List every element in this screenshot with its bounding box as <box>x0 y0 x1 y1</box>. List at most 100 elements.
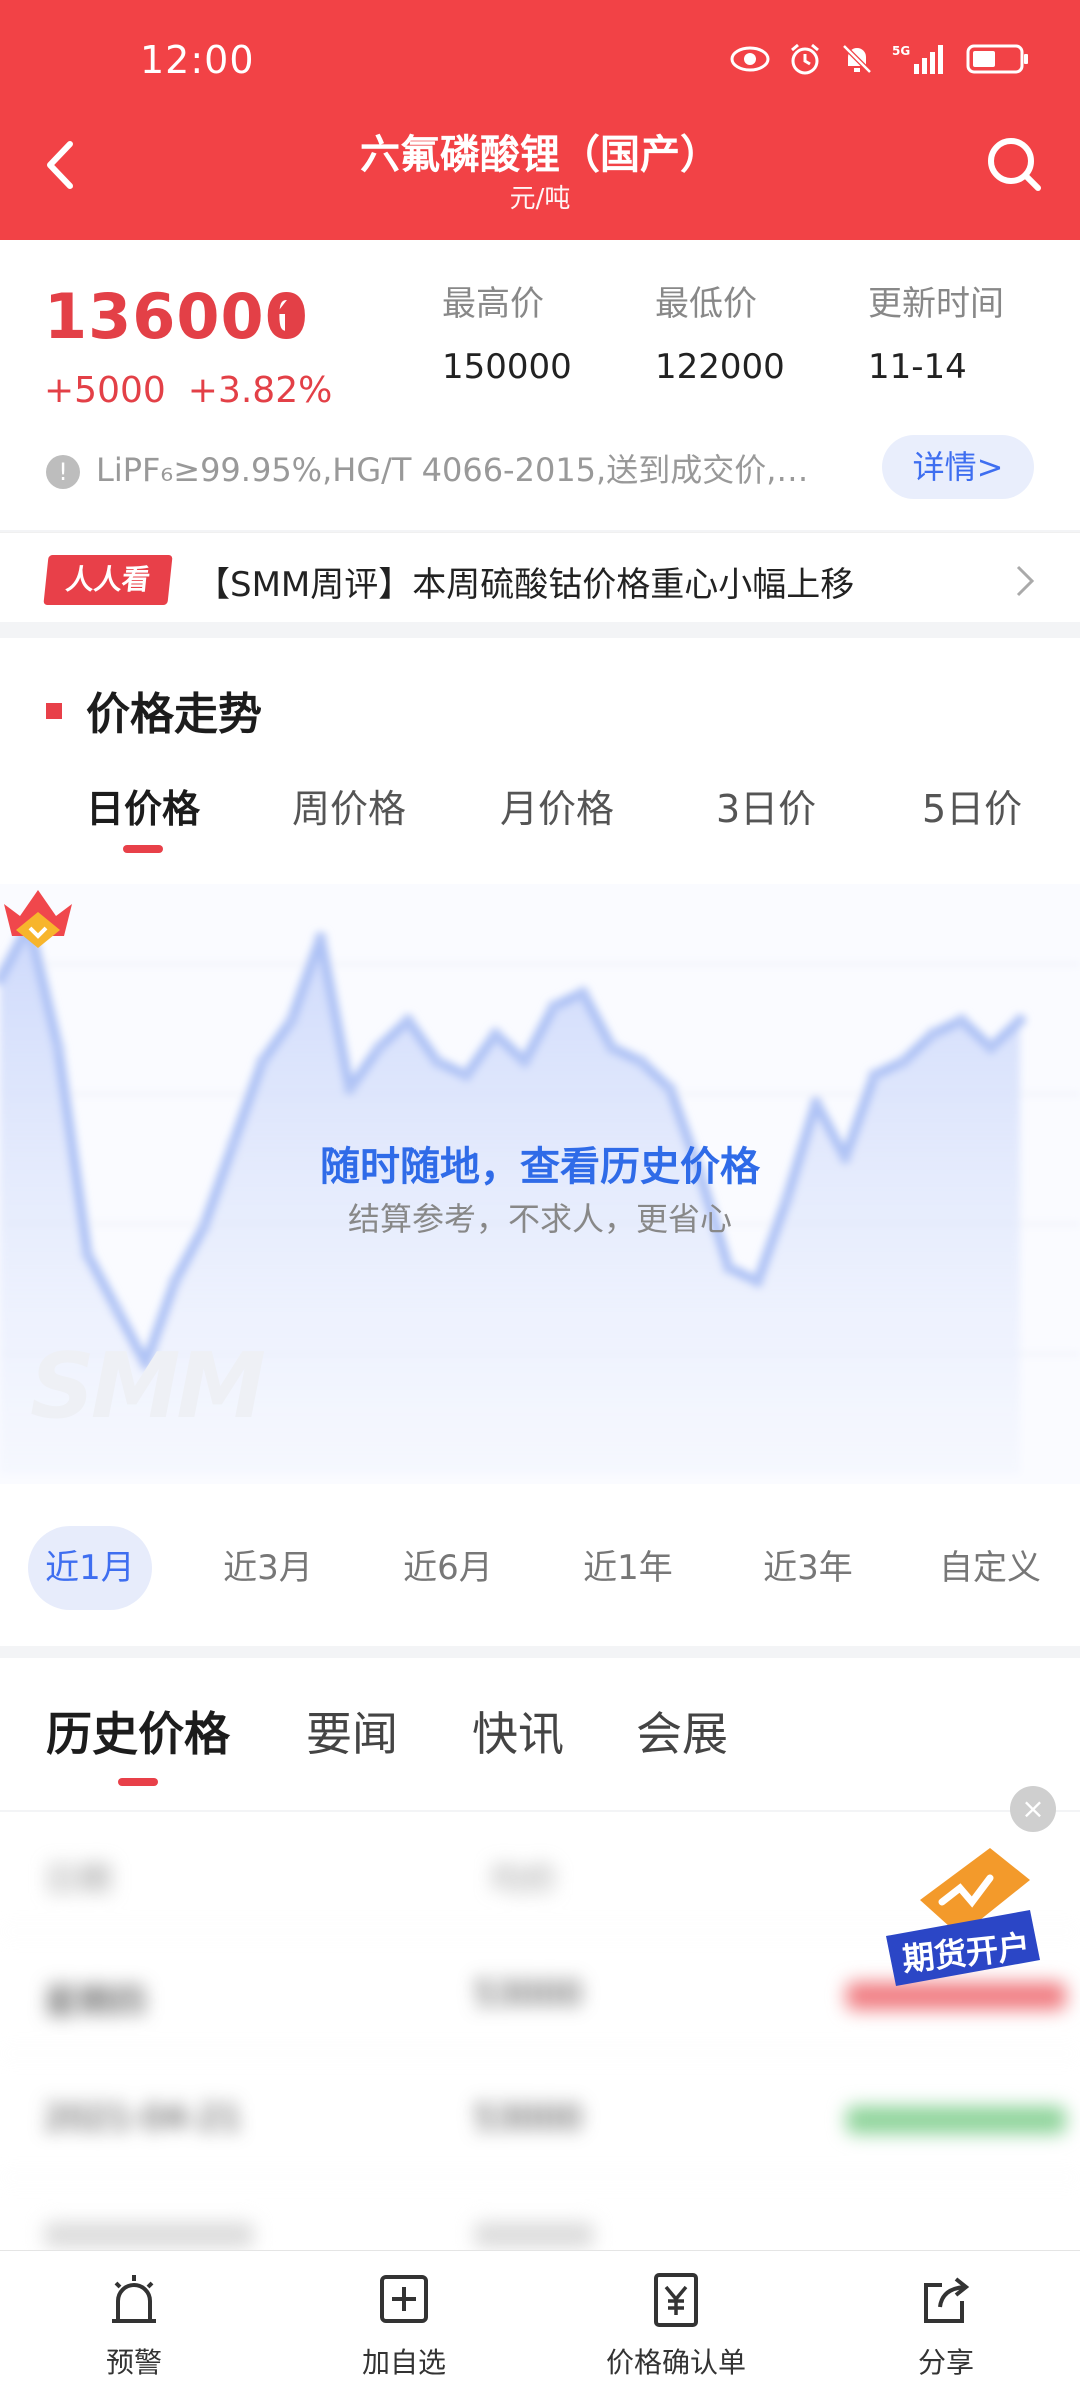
tab-news[interactable]: 要闻 <box>306 1698 398 1764</box>
ticker-text: 【SMM周评】本周硫酸钴价格重心小幅上移 <box>196 565 855 605</box>
row-placeholder <box>474 2222 594 2248</box>
nav-alert[interactable]: 预警 <box>34 2271 234 2381</box>
nav-share-label: 分享 <box>917 2346 974 2379</box>
tab-underline <box>123 845 163 853</box>
stat-high-label: 最高价 <box>442 284 544 324</box>
stat-high: 最高价 150000 <box>442 276 572 387</box>
tab-3day-label: 3日价 <box>716 787 817 831</box>
search-icon <box>988 138 1041 191</box>
search-button[interactable] <box>980 130 1050 200</box>
page-title: 六氟磷酸锂（国产） <box>360 132 720 178</box>
row-date: 星期四 <box>44 1982 146 2022</box>
row-value: 53000 <box>474 2098 583 2138</box>
spec-line: ! LiPF₆≥99.95%,HG/T 4066-2015,送到成交价,… <box>46 445 846 491</box>
row-placeholder <box>44 2222 254 2248</box>
up-arrow-icon <box>276 296 304 332</box>
tab-3day[interactable]: 3日价 <box>716 778 816 833</box>
ticker-tag: 人人看 <box>43 555 173 605</box>
nav-price-confirm-label: 价格确认单 <box>605 2346 746 2379</box>
status-bar: 12:00 5G <box>0 0 1080 120</box>
section-title-text: 价格走势 <box>86 689 262 740</box>
price-change: +5000 +3.82% <box>44 370 354 411</box>
chart-overlay: 随时随地，查看历史价格 结算参考，不求人，更省心 <box>0 884 1080 1484</box>
battery-icon <box>966 42 1030 80</box>
bottom-nav: 预警 加自选 价格确认单 分享 <box>0 2250 1080 2400</box>
stat-low-label: 最低价 <box>655 284 757 324</box>
mute-bell-icon <box>840 42 874 80</box>
row-date: 2021-04-21 <box>44 2098 242 2138</box>
stat-update: 更新时间 11-14 <box>868 276 1004 387</box>
alarm-icon <box>788 42 822 80</box>
table-row: 2021-04-21 53000 <box>0 2058 1080 2178</box>
table-row <box>0 2182 1080 2252</box>
app-root: 12:00 5G 六氟磷酸锂（国产） 元/吨 136000 +5000 +3.8… <box>0 0 1080 2400</box>
title-marker <box>46 703 62 719</box>
signal-5g-icon: 5G <box>892 42 948 80</box>
ctab-underline <box>118 1778 158 1786</box>
change-absolute: +5000 <box>44 370 166 411</box>
range-3y[interactable]: 近3年 <box>746 1526 870 1610</box>
price-trend-section: 价格走势 日价格 周价格 月价格 3日价 5日价 SMM 随时随地，查看历史价格… <box>0 638 1080 1498</box>
tab-monthly-label: 月价格 <box>500 787 615 831</box>
crown-logo-icon <box>4 890 72 948</box>
futures-account-ad[interactable]: 期货开户 <box>880 1840 1050 1990</box>
tab-5day-label: 5日价 <box>922 787 1023 831</box>
tab-expo-label: 会展 <box>636 1707 728 1761</box>
range-6m[interactable]: 近6月 <box>386 1526 510 1610</box>
stat-update-value: 11-14 <box>868 347 967 387</box>
row-change-bar <box>846 2106 1066 2134</box>
row-value: 53000 <box>474 1974 583 2014</box>
info-icon: ! <box>46 455 80 489</box>
nav-price-confirm[interactable]: 价格确认单 <box>576 2271 776 2381</box>
tab-daily-label: 日价格 <box>86 787 201 831</box>
status-time: 12:00 <box>140 38 255 82</box>
section-title: 价格走势 <box>46 678 262 742</box>
tab-news-label: 要闻 <box>306 1707 398 1761</box>
tab-weekly-label: 周价格 <box>292 787 407 831</box>
eye-icon <box>730 44 770 78</box>
stat-high-value: 150000 <box>442 347 572 387</box>
stat-low-value: 122000 <box>655 347 785 387</box>
status-icons: 5G <box>730 42 1030 80</box>
tab-expo[interactable]: 会展 <box>636 1698 728 1764</box>
nav-bar: 六氟磷酸锂（国产） 元/吨 <box>0 110 1080 240</box>
tab-weekly[interactable]: 周价格 <box>292 778 406 833</box>
range-1m[interactable]: 近1月 <box>28 1526 152 1610</box>
nav-add-watchlist[interactable]: 加自选 <box>304 2271 504 2381</box>
share-icon <box>924 2277 970 2323</box>
overlay-subtitle: 结算参考，不求人，更省心 <box>347 1200 732 1238</box>
page-unit: 元/吨 <box>509 184 571 214</box>
svg-text:5G: 5G <box>892 44 910 58</box>
price-card: 136000 +5000 +3.82% 最高价 150000 最低价 122000… <box>0 240 1080 530</box>
tab-daily[interactable]: 日价格 <box>86 778 201 853</box>
range-3m[interactable]: 近3月 <box>206 1526 330 1610</box>
tab-history-label: 历史价格 <box>46 1707 230 1761</box>
header-date: 日期 <box>44 1860 112 1900</box>
overlay-title: 随时随地，查看历史价格 <box>320 1144 760 1190</box>
nav-add-watchlist-label: 加自选 <box>361 2346 446 2379</box>
nav-share[interactable]: 分享 <box>846 2271 1046 2381</box>
chevron-right-icon <box>1016 565 1035 597</box>
alarm-siren-icon <box>112 2275 156 2323</box>
ad-close-button[interactable]: × <box>1010 1786 1056 1832</box>
range-custom[interactable]: 自定义 <box>922 1526 1058 1610</box>
tab-monthly[interactable]: 月价格 <box>500 778 614 833</box>
price-chart: SMM 随时随地，查看历史价格 结算参考，不求人，更省心 <box>0 884 1080 1484</box>
add-square-icon <box>380 2275 428 2323</box>
spec-text: LiPF₆≥99.95%,HG/T 4066-2015,送到成交价,… <box>96 451 809 489</box>
nav-alert-label: 预警 <box>105 2346 162 2379</box>
top-bar: 12:00 5G 六氟磷酸锂（国产） 元/吨 <box>0 0 1080 240</box>
news-ticker[interactable]: 人人看 【SMM周评】本周硫酸钴价格重心小幅上移 <box>0 532 1080 622</box>
tab-flash-label: 快讯 <box>472 1707 564 1761</box>
range-bar: 近1月 近3月 近6月 近1年 近3年 自定义 <box>0 1498 1080 1646</box>
range-1y[interactable]: 近1年 <box>566 1526 690 1610</box>
tab-flash[interactable]: 快讯 <box>472 1698 564 1764</box>
tab-5day[interactable]: 5日价 <box>922 778 1022 833</box>
yen-document-icon <box>654 2273 698 2327</box>
detail-button[interactable]: 详情> <box>882 435 1034 499</box>
content-tabs: 历史价格 要闻 快讯 会展 <box>0 1658 1080 1810</box>
change-percent: +3.82% <box>187 370 333 411</box>
stat-update-label: 更新时间 <box>868 284 1004 324</box>
tab-history[interactable]: 历史价格 <box>46 1698 230 1786</box>
stat-low: 最低价 122000 <box>655 276 785 387</box>
